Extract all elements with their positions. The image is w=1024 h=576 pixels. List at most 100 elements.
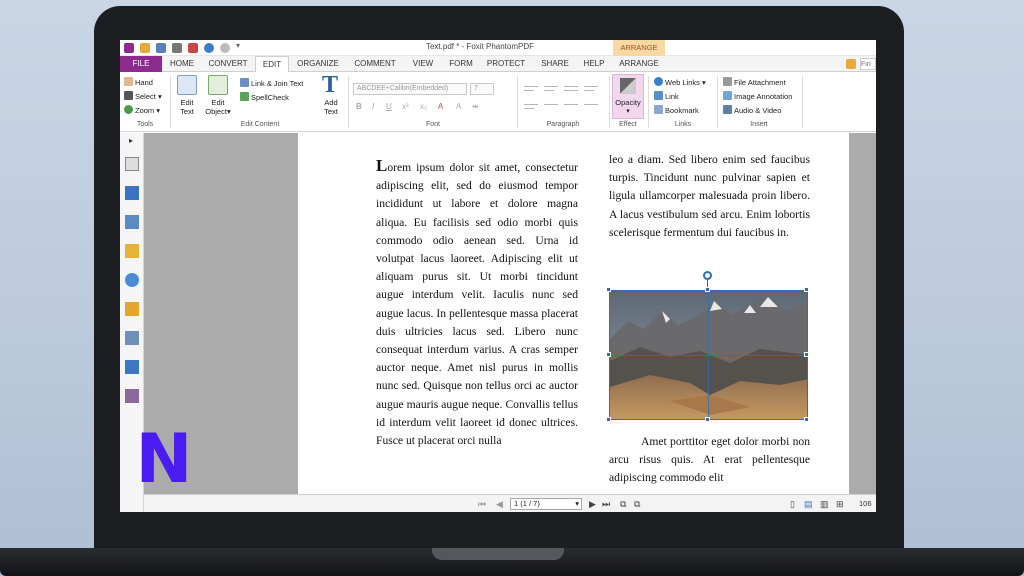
redo-icon[interactable] — [220, 43, 230, 53]
superscript-button[interactable]: x² — [402, 102, 409, 111]
contextual-tab-header: ARRANGE — [613, 40, 665, 56]
tab-protect[interactable]: PROTECT — [482, 56, 530, 72]
search-input[interactable] — [860, 58, 876, 70]
tab-file[interactable]: FILE — [120, 56, 162, 72]
undo-icon[interactable] — [204, 43, 214, 53]
text-column-right-top[interactable]: leo a diam. Sed libero enim sed faucibus… — [609, 151, 810, 242]
next-view-icon[interactable]: ⧉ — [634, 499, 640, 510]
group-label-paragraph: Paragraph — [546, 121, 580, 128]
app-logo-icon — [124, 43, 134, 53]
resize-handle-left[interactable] — [606, 352, 611, 357]
open-icon[interactable] — [140, 43, 150, 53]
subscript-button[interactable]: x₂ — [420, 102, 427, 111]
group-label-insert: Insert — [750, 121, 768, 128]
chevron-down-icon: ▾ — [575, 499, 579, 508]
customize-icon[interactable]: ▾ — [236, 41, 240, 50]
edit-object-button[interactable]: Edit Object▾ — [202, 98, 234, 116]
image-annotation-button[interactable]: Image Annotation — [723, 91, 792, 101]
font-size-select[interactable]: 7 — [470, 83, 494, 95]
hand-tool[interactable]: Hand — [124, 77, 153, 87]
text-column-right-bottom[interactable]: Amet porttitor eget dolor morbi non arcu… — [609, 433, 810, 488]
resize-handle-top-left[interactable] — [606, 287, 611, 292]
layers-icon[interactable] — [125, 215, 139, 229]
column-text: orem ipsum dolor sit amet, consectetur a… — [376, 161, 578, 448]
ribbon-tabs: FILE HOME CONVERT EDIT ORGANIZE COMMENT … — [120, 56, 876, 73]
expand-panel-icon[interactable]: ▸ — [129, 136, 133, 145]
save-icon[interactable] — [156, 43, 166, 53]
add-text-button[interactable]: Add Text — [318, 98, 344, 116]
resize-handle-bottom[interactable] — [705, 417, 710, 422]
web-links-button[interactable]: Web Links ▾ — [654, 77, 706, 87]
comments-icon[interactable] — [125, 244, 139, 258]
tab-view[interactable]: VIEW — [406, 56, 440, 72]
previous-page-icon[interactable]: ◀ — [496, 499, 503, 510]
opacity-button[interactable]: Opacity ▾ — [612, 74, 644, 119]
underline-button[interactable]: U — [386, 102, 392, 111]
center-guide-horizontal — [610, 355, 807, 356]
app-window: ▾ Text.pdf * - Foxit PhantomPDF ARRANGE … — [120, 40, 876, 512]
single-page-icon[interactable]: ▯ — [790, 499, 795, 510]
facing-page-icon[interactable]: ▥ — [820, 499, 829, 510]
link-button[interactable]: Link — [654, 91, 679, 101]
document-icon[interactable] — [125, 331, 139, 345]
continuous-page-icon[interactable]: ▤ — [804, 499, 813, 510]
quick-access-toolbar: ▾ Text.pdf * - Foxit PhantomPDF ARRANGE — [120, 40, 876, 56]
drop-cap: L — [376, 156, 388, 175]
pdf-page[interactable]: Lorem ipsum dolor sit amet, consectetur … — [298, 133, 849, 494]
font-name-select[interactable]: ABCDEE+Calibri(Embedded) — [353, 83, 467, 95]
audio-video-button[interactable]: Audio & Video — [723, 105, 781, 115]
grow-font-button[interactable]: A — [456, 102, 461, 111]
tab-edit[interactable]: EDIT — [255, 56, 289, 73]
tab-help[interactable]: HELP — [578, 56, 610, 72]
tab-share[interactable]: SHARE — [536, 56, 574, 72]
pages-icon[interactable] — [125, 186, 139, 200]
bookmark-button[interactable]: Bookmark — [654, 105, 699, 115]
select-tool[interactable]: Select ▾ — [124, 91, 162, 101]
globe-icon — [654, 77, 663, 86]
first-page-icon[interactable]: ⏮ — [478, 499, 486, 510]
pdf-icon[interactable] — [188, 43, 198, 53]
attachments-icon[interactable] — [125, 273, 139, 287]
resize-handle-top[interactable] — [705, 287, 710, 292]
spellcheck-button[interactable]: SpellCheck — [240, 92, 289, 102]
page-thumbnail-icon[interactable] — [125, 157, 139, 171]
tab-convert[interactable]: CONVERT — [204, 56, 252, 72]
resize-handle-bottom-left[interactable] — [606, 417, 611, 422]
link-icon — [654, 91, 663, 100]
selected-image[interactable] — [609, 290, 808, 420]
fit-page-icon[interactable]: ⊞ — [836, 499, 844, 510]
cursor-icon — [124, 91, 133, 100]
character-spacing-button[interactable]: ⇹ — [472, 102, 479, 111]
tab-arrange[interactable]: ARRANGE — [614, 56, 664, 72]
font-color-button[interactable]: A — [438, 102, 443, 111]
tab-form[interactable]: FORM — [444, 56, 478, 72]
signature-icon[interactable] — [125, 389, 139, 403]
image-icon — [723, 91, 732, 100]
channel-logo: N — [135, 420, 193, 499]
link-join-text-button[interactable]: Link & Join Text — [240, 78, 303, 88]
search-icon — [846, 59, 856, 69]
table-icon[interactable] — [125, 360, 139, 374]
print-icon[interactable] — [172, 43, 182, 53]
italic-button[interactable]: I — [372, 102, 374, 111]
bold-button[interactable]: B — [356, 102, 362, 111]
resize-handle-right[interactable] — [804, 352, 809, 357]
add-text-icon: T — [322, 72, 339, 98]
last-page-icon[interactable]: ⏭ — [602, 499, 610, 510]
group-label-edit-content: Edit Content — [240, 121, 280, 128]
page-number-select[interactable]: 1 (1 / 7) ▾ — [510, 498, 582, 510]
tab-home[interactable]: HOME — [164, 56, 200, 72]
next-page-icon[interactable]: ▶ — [589, 499, 596, 510]
lock-icon[interactable] — [125, 302, 139, 316]
file-attachment-button[interactable]: File Attachment — [723, 77, 786, 87]
edit-text-button[interactable]: Edit Text — [172, 98, 202, 116]
tab-comment[interactable]: COMMENT — [349, 56, 401, 72]
tab-organize[interactable]: ORGANIZE — [293, 56, 343, 72]
resize-handle-bottom-right[interactable] — [804, 417, 809, 422]
resize-handle-top-right[interactable] — [804, 287, 809, 292]
zoom-level[interactable]: 106 — [859, 499, 872, 508]
previous-view-icon[interactable]: ⧉ — [620, 499, 626, 510]
hand-icon — [124, 77, 133, 86]
zoom-tool[interactable]: Zoom ▾ — [124, 105, 160, 115]
text-column-left[interactable]: Lorem ipsum dolor sit amet, consectetur … — [376, 156, 578, 450]
